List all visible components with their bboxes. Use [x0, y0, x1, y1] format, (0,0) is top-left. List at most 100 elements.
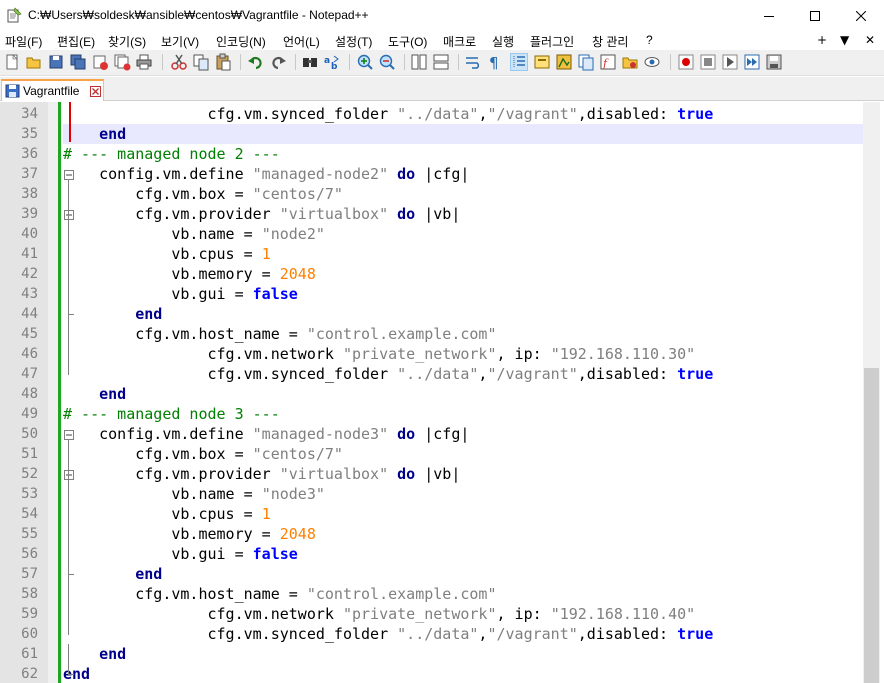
- save-macro-icon[interactable]: [765, 53, 783, 71]
- code-line[interactable]: config.vm.define "managed-node3" do |cfg…: [63, 424, 863, 444]
- menu-encoding[interactable]: 인코딩(N): [216, 33, 266, 50]
- new-tab-button[interactable]: +: [817, 33, 827, 47]
- code-line[interactable]: vb.cpus = 1: [63, 244, 863, 264]
- open-file-icon[interactable]: [25, 53, 43, 71]
- code-line[interactable]: cfg.vm.host_name = "control.example.com": [63, 324, 863, 344]
- new-file-icon[interactable]: [3, 53, 21, 71]
- code-line[interactable]: cfg.vm.box = "centos/7": [63, 444, 863, 464]
- code-line[interactable]: end: [63, 124, 863, 144]
- fold-toggle-icon[interactable]: [64, 209, 74, 220]
- code-line[interactable]: vb.memory = 2048: [63, 264, 863, 284]
- code-line[interactable]: vb.name = "node3": [63, 484, 863, 504]
- code-line[interactable]: vb.cpus = 1: [63, 504, 863, 524]
- code-line[interactable]: cfg.vm.synced_folder "../data","/vagrant…: [63, 104, 863, 124]
- code-line[interactable]: cfg.vm.synced_folder "../data","/vagrant…: [63, 624, 863, 644]
- code-line[interactable]: vb.memory = 2048: [63, 524, 863, 544]
- function-list-icon[interactable]: f: [599, 53, 617, 71]
- record-macro-icon[interactable]: [677, 53, 695, 71]
- code-token: do: [397, 165, 416, 183]
- menu-macro[interactable]: 매크로: [443, 33, 476, 50]
- zoom-in-icon[interactable]: [356, 53, 374, 71]
- zoom-out-icon[interactable]: [378, 53, 396, 71]
- menu-file[interactable]: 파일(F): [5, 33, 42, 50]
- tab-list-button[interactable]: ▼: [840, 33, 849, 47]
- paste-icon[interactable]: [214, 53, 232, 71]
- document-list-icon[interactable]: [577, 53, 595, 71]
- code-editor[interactable]: 34 cfg.vm.synced_folder "../data","/vagr…: [0, 102, 884, 683]
- menu-help[interactable]: ?: [646, 33, 653, 47]
- close-file-icon[interactable]: [91, 53, 109, 71]
- fold-toggle-icon[interactable]: [64, 169, 74, 180]
- code-line[interactable]: end: [63, 564, 863, 584]
- code-line[interactable]: end: [63, 664, 863, 683]
- code-line[interactable]: cfg.vm.network "private_network", ip: "1…: [63, 604, 863, 624]
- code-line[interactable]: end: [63, 304, 863, 324]
- code-line[interactable]: end: [63, 644, 863, 664]
- code-line[interactable]: end: [63, 384, 863, 404]
- close-doc-button[interactable]: ✕: [865, 33, 875, 47]
- menu-run[interactable]: 실행: [492, 33, 514, 50]
- code-line[interactable]: vb.name = "node2": [63, 224, 863, 244]
- print-icon[interactable]: [135, 53, 153, 71]
- code-line[interactable]: # --- managed node 3 ---: [63, 404, 863, 424]
- code-line[interactable]: cfg.vm.provider "virtualbox" do |vb|: [63, 204, 863, 224]
- tab-close-icon[interactable]: [90, 86, 101, 97]
- line-number: 36: [21, 146, 38, 162]
- user-defined-language-icon[interactable]: [533, 53, 551, 71]
- menu-plugins[interactable]: 플러그인: [530, 33, 574, 50]
- code-line[interactable]: config.vm.define "managed-node2" do |cfg…: [63, 164, 863, 184]
- minimize-button[interactable]: [746, 0, 792, 31]
- code-line[interactable]: cfg.vm.synced_folder "../data","/vagrant…: [63, 364, 863, 384]
- close-button[interactable]: [838, 0, 884, 31]
- cut-icon[interactable]: [170, 53, 188, 71]
- vertical-scrollbar[interactable]: [863, 102, 880, 683]
- indent-guide-icon[interactable]: [510, 53, 528, 71]
- code-line[interactable]: cfg.vm.provider "virtualbox" do |vb|: [63, 464, 863, 484]
- close-all-icon[interactable]: [113, 53, 131, 71]
- document-map-icon[interactable]: [555, 53, 573, 71]
- menu-view[interactable]: 보기(V): [161, 33, 199, 50]
- undo-icon[interactable]: [247, 53, 265, 71]
- monitoring-icon[interactable]: [643, 53, 661, 71]
- tab-vagrantfile[interactable]: Vagrantfile: [1, 79, 104, 101]
- sync-horizontal-icon[interactable]: [432, 53, 450, 71]
- redo-icon[interactable]: [269, 53, 287, 71]
- menu-bar: 파일(F) 편집(E) 찾기(S) 보기(V) 인코딩(N) 언어(L) 설정(…: [0, 31, 884, 50]
- code-line[interactable]: cfg.vm.box = "centos/7": [63, 184, 863, 204]
- code-line[interactable]: vb.gui = false: [63, 284, 863, 304]
- menu-search[interactable]: 찾기(S): [108, 33, 146, 50]
- svg-text:a: a: [324, 56, 330, 66]
- word-wrap-icon[interactable]: [464, 53, 482, 71]
- folder-as-workspace-icon[interactable]: [621, 53, 639, 71]
- save-icon[interactable]: [47, 53, 65, 71]
- maximize-button[interactable]: [792, 0, 838, 31]
- code-token: |vb|: [415, 205, 461, 223]
- find-icon[interactable]: [301, 53, 319, 71]
- stop-macro-icon[interactable]: [699, 53, 717, 71]
- fold-toggle-icon[interactable]: [64, 429, 74, 440]
- code-line[interactable]: cfg.vm.host_name = "control.example.com": [63, 584, 863, 604]
- replace-icon[interactable]: ab: [323, 53, 341, 72]
- sync-vertical-icon[interactable]: [410, 53, 428, 71]
- code-line[interactable]: # --- managed node 2 ---: [63, 144, 863, 164]
- menu-settings[interactable]: 설정(T): [335, 33, 372, 50]
- fold-toggle-icon[interactable]: [64, 469, 74, 480]
- scrollbar-thumb[interactable]: [864, 368, 879, 683]
- show-all-characters-icon[interactable]: ¶: [486, 53, 504, 72]
- copy-icon[interactable]: [192, 53, 210, 71]
- menu-window[interactable]: 창 관리: [592, 33, 628, 50]
- code-token: end: [99, 645, 127, 663]
- menu-language[interactable]: 언어(L): [283, 33, 320, 50]
- play-macro-icon[interactable]: [721, 53, 739, 71]
- code-line[interactable]: vb.gui = false: [63, 544, 863, 564]
- run-macro-multiple-icon[interactable]: [743, 53, 761, 71]
- menu-edit[interactable]: 편집(E): [57, 33, 95, 50]
- code-line[interactable]: cfg.vm.network "private_network", ip: "1…: [63, 344, 863, 364]
- close-icon: [856, 10, 866, 21]
- menu-tools[interactable]: 도구(O): [388, 33, 427, 50]
- code-token: # --- managed node 3 ---: [63, 405, 280, 423]
- save-all-icon[interactable]: [69, 53, 87, 71]
